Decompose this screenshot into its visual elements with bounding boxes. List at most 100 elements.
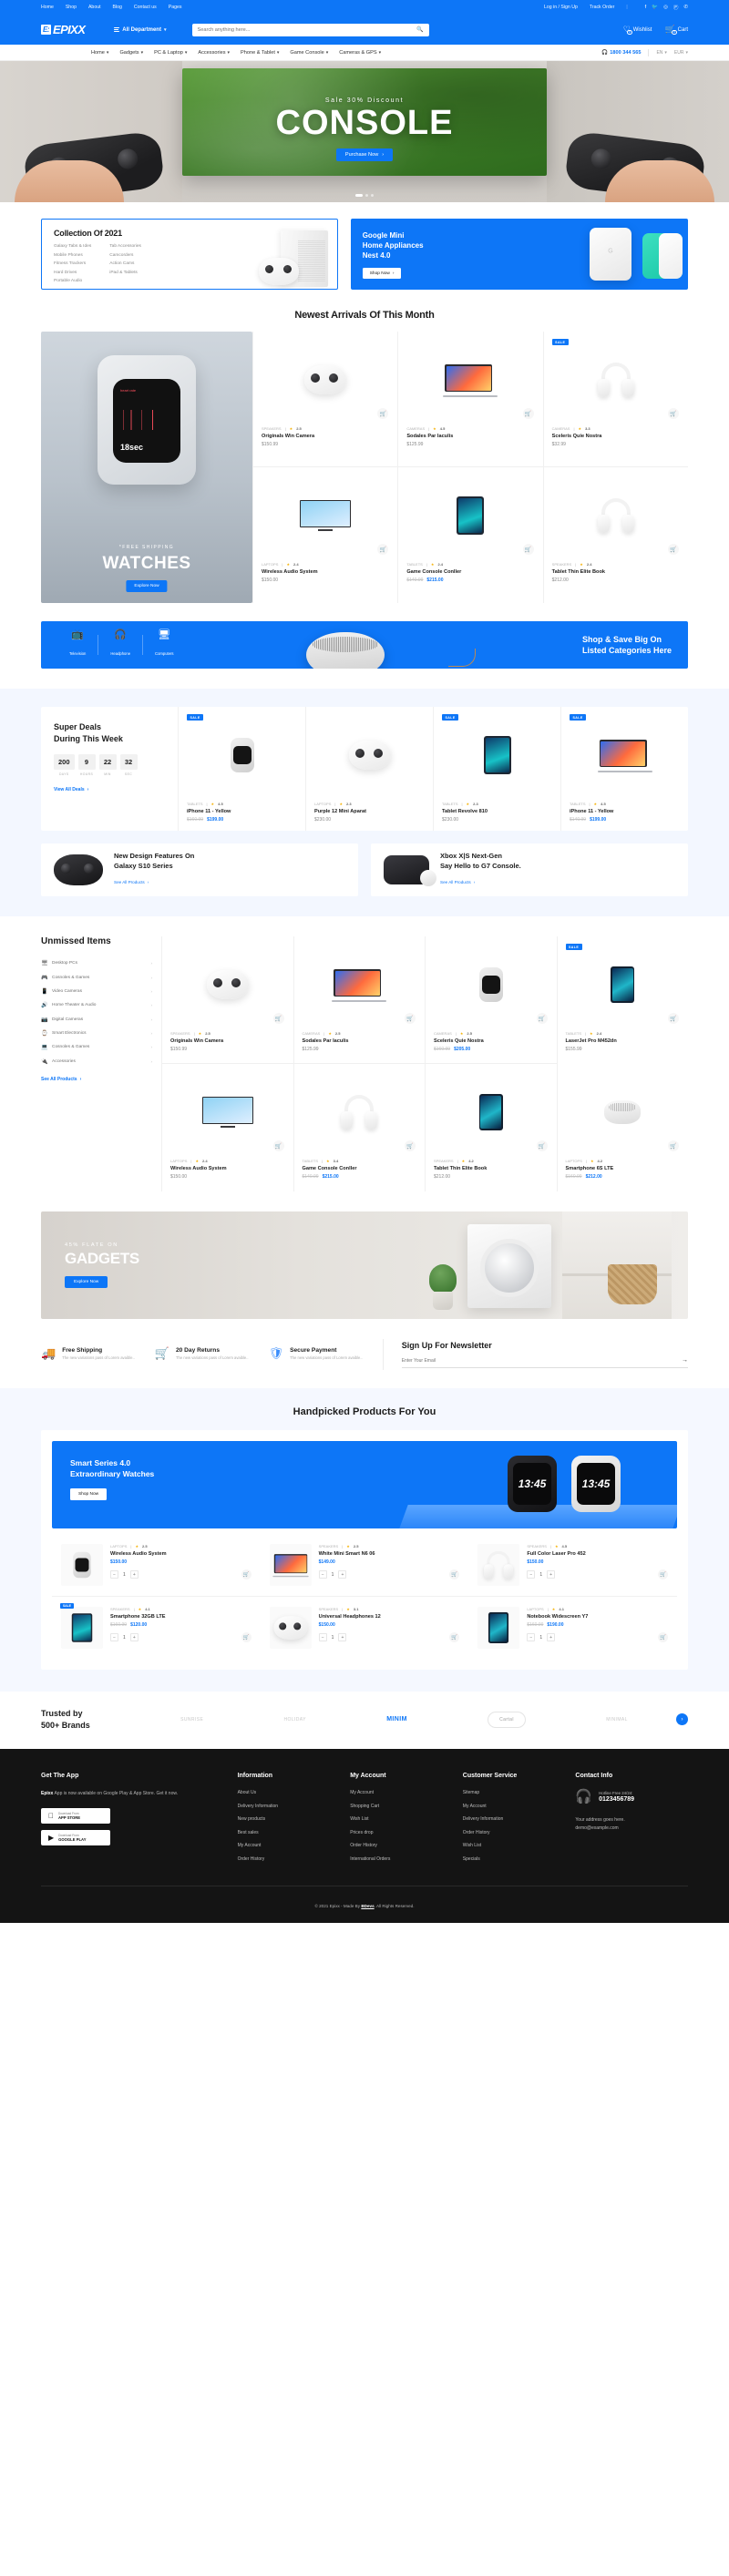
footer-link[interactable]: Shopping Cart <box>350 1804 463 1809</box>
sidebar-item-desktop-pcs[interactable]: 🖥 Desktop PCs › <box>41 956 152 970</box>
add-to-cart-icon[interactable]: 🛒 <box>449 1569 460 1579</box>
pinterest-icon[interactable]: Ⓟ <box>673 4 679 11</box>
topbar-link-home[interactable]: Home <box>41 5 54 10</box>
currency-selector[interactable]: EUR ▾ <box>674 50 688 56</box>
brand-logo[interactable]: MINIMAL <box>606 1717 628 1722</box>
footer-link[interactable]: Best sales <box>238 1830 351 1835</box>
footer-link[interactable]: New products <box>238 1816 351 1822</box>
carousel-dot-1[interactable] <box>355 194 363 197</box>
product-card[interactable]: 🛒 SPEAKERS | ★ 2.5 Originals Win Camera $15… <box>252 332 398 467</box>
newsletter-email-input[interactable] <box>401 1357 682 1364</box>
add-to-cart-icon[interactable]: 🛒 <box>272 1140 284 1151</box>
qty-increment-button[interactable]: + <box>547 1633 556 1641</box>
qty-increment-button[interactable]: + <box>129 1633 139 1641</box>
qty-decrement-button[interactable]: − <box>110 1570 118 1579</box>
footer-link[interactable]: International Orders <box>350 1856 463 1862</box>
galaxy-banner[interactable]: New Design Features On Galaxy S10 Series … <box>41 843 358 896</box>
add-to-cart-icon[interactable]: 🛒 <box>272 1013 284 1024</box>
add-to-cart-icon[interactable]: 🛒 <box>658 1569 668 1579</box>
sidebar-item-consoles-games-2[interactable]: 💻 Cosnoles & Games › <box>41 1040 152 1054</box>
footer-link[interactable]: Wish List <box>463 1843 576 1848</box>
qty-decrement-button[interactable]: − <box>527 1633 536 1641</box>
shop-now-button[interactable]: Shop Now › <box>362 268 402 280</box>
purchase-now-button[interactable]: Purchase Now › <box>335 148 394 161</box>
qty-decrement-button[interactable]: − <box>110 1633 118 1641</box>
product-card[interactable]: 🛒 SPEAKERS | ★ 2.4 Tablet Thin Elite Book $… <box>542 467 688 603</box>
footer-link[interactable]: Specials <box>463 1856 576 1862</box>
watches-banner[interactable]: heart rate 18sec *FREE SHIPPING WATCHES … <box>41 332 252 603</box>
see-all-products-link[interactable]: See All Products › <box>114 880 149 884</box>
hero-carousel-dots[interactable] <box>355 194 374 197</box>
all-department-dropdown[interactable]: All Department ▾ <box>114 27 167 33</box>
nav-item-game-console[interactable]: Game Console ▾ <box>290 50 328 56</box>
site-logo[interactable]: E: EPIXX <box>41 23 86 36</box>
add-to-cart-icon[interactable]: 🛒 <box>405 1013 416 1024</box>
support-phone[interactable]: 🎧 1800 344 565 <box>601 50 641 56</box>
collection-item[interactable]: Tab Accessories <box>109 244 141 249</box>
sidebar-item-consoles-games[interactable]: 🎮 Cosnoles & Games › <box>41 970 152 984</box>
app-store-button[interactable]:  Download FromAPP STORE <box>41 1807 110 1824</box>
collection-item[interactable]: Mobile Phones <box>54 253 91 258</box>
footer-email[interactable]: demo@example.com <box>575 1825 618 1831</box>
product-card[interactable]: 🛒 CAMERAS | ★ 4.5 Sodales Par Iaculis $125.… <box>397 332 543 467</box>
brand-logo[interactable]: MINIM <box>386 1716 407 1722</box>
collection-item[interactable]: Camcorders <box>109 253 141 258</box>
footer-link[interactable]: Order History <box>238 1856 351 1862</box>
collection-item[interactable]: Hard Drives <box>54 271 91 275</box>
nav-item-home[interactable]: Home ▾ <box>91 50 108 56</box>
product-card[interactable]: 🛒 SPEAKERS | ★ 2.5 Originals Win Camera $15… <box>161 936 293 1064</box>
footer-link[interactable]: Delivery Information <box>463 1816 576 1822</box>
footer-link[interactable]: Wish List <box>350 1816 463 1822</box>
sidebar-item-home-theater[interactable]: 🔊 Home Theater & Audio › <box>41 998 152 1012</box>
product-card[interactable]: 🛒 LAPTOPS | ★ 4.2 Smartphone 6S LTE $160.99… <box>556 1064 688 1191</box>
add-to-cart-icon[interactable]: 🛒 <box>667 408 679 419</box>
facebook-icon[interactable]: f <box>645 5 647 10</box>
add-to-cart-icon[interactable]: 🛒 <box>449 1632 460 1642</box>
collection-card[interactable]: Collection Of 2021 Galaxy Tabs & Ides Mo… <box>41 219 338 290</box>
next-arrow-icon[interactable]: › <box>676 1713 688 1726</box>
topbar-link-about[interactable]: About <box>88 5 101 10</box>
search-box[interactable]: 🔍 <box>191 23 429 36</box>
product-card[interactable]: SALE TABLETS | ★ 2.3 Tablet Revolve 810 $23… <box>433 707 560 831</box>
collection-item[interactable]: Galaxy Tabs & Ides <box>54 244 91 249</box>
qty-decrement-button[interactable]: − <box>318 1570 327 1579</box>
sidebar-item-video-cameras[interactable]: 📱 Video Cameras › <box>41 985 152 998</box>
add-to-cart-icon[interactable]: 🛒 <box>522 408 534 419</box>
instagram-icon[interactable]: ◎ <box>663 5 668 10</box>
nav-item-accessories[interactable]: Accessories ▾ <box>198 50 230 56</box>
arrow-right-icon[interactable]: → <box>682 1357 688 1364</box>
google-play-button[interactable]: ▶ Download From GOOGLE PLAY <box>41 1829 110 1846</box>
product-card[interactable]: LAPTOPS | ★ 2.3 Purple 12 Mini Aparat $230.… <box>305 707 433 831</box>
sidebar-item-accessories[interactable]: 🔌 Accessories › <box>41 1055 152 1068</box>
topbar-link-pages[interactable]: Pages <box>169 5 182 10</box>
product-card[interactable]: 🛒 LAPTOPS | ★ 2.4 Wireless Audio System $15… <box>161 1064 293 1191</box>
footer-link[interactable]: About Us <box>238 1790 351 1795</box>
add-to-cart-icon[interactable]: 🛒 <box>658 1632 668 1642</box>
add-to-cart-icon[interactable]: 🛒 <box>667 544 679 555</box>
handpicked-item[interactable]: SPEAKERS | ★ 2.5 White Mini Smart N6 06 $14… <box>260 1534 469 1597</box>
footer-link[interactable]: My Account <box>463 1804 576 1809</box>
qty-increment-button[interactable]: + <box>338 1570 347 1579</box>
handpicked-item[interactable]: LAPTOPS | ★ 2.5 Wireless Audio System $150.… <box>52 1534 261 1597</box>
topbar-link-shop[interactable]: Shop <box>66 5 77 10</box>
product-card[interactable]: SALE 🛒 CAMERAS | ★ 3.3 Sceleris Quie Nostra… <box>542 332 688 467</box>
qty-increment-button[interactable]: + <box>129 1570 139 1579</box>
add-to-cart-icon[interactable]: 🛒 <box>668 1013 679 1024</box>
brand-logo[interactable]: SUNRISE <box>180 1717 203 1722</box>
category-television[interactable]: 📺 Television <box>57 630 98 659</box>
newsletter-form[interactable]: → <box>401 1357 688 1368</box>
add-to-cart-icon[interactable]: 🛒 <box>241 1569 252 1579</box>
language-selector[interactable]: EN ▾ <box>656 50 666 56</box>
xbox-banner[interactable]: Xbox X|S Next-Gen Say Hello to G7 Console… <box>371 843 688 896</box>
copyright-brand[interactable]: BDevs <box>361 1904 374 1908</box>
add-to-cart-icon[interactable]: 🛒 <box>241 1632 252 1642</box>
category-headphone[interactable]: 🎧 Headphone <box>98 630 142 659</box>
product-card[interactable]: SALE 🛒 TABLETS | ★ 2.4 LaserJet Pro M452dn … <box>556 936 688 1064</box>
nav-item-pc-laptop[interactable]: PC & Laptop ▾ <box>154 50 187 56</box>
product-card[interactable]: 🛒 TABLETS | ★ 2.4 Game Console Conller $140… <box>397 467 543 603</box>
qty-increment-button[interactable]: + <box>338 1633 347 1641</box>
see-all-products-link[interactable]: See All Products › <box>41 1077 81 1082</box>
product-card[interactable]: SALE TABLETS | ★ 4.5 iPhone 11 - Yellow $14… <box>560 707 688 831</box>
product-card[interactable]: 🛒 CAMERAS | ★ 2.5 Sodales Par Iaculis $125.… <box>293 936 425 1064</box>
search-icon[interactable]: 🔍 <box>416 26 423 33</box>
